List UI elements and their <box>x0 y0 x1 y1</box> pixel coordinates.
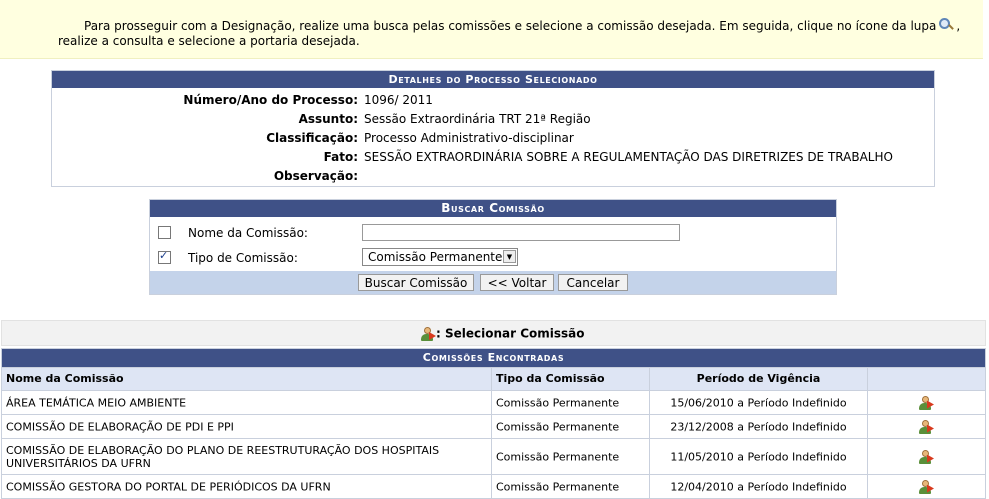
select-commission-icon[interactable] <box>918 449 934 465</box>
row-periodo: 11/05/2010 a Período Indefinido <box>670 450 847 463</box>
table-header-row: Nome da Comissão Tipo da Comissão Períod… <box>2 367 985 390</box>
row-nome: COMISSÃO DE ELABORAÇÃO DE PDI E PPI <box>6 420 234 433</box>
detail-value: 1096/ 2011 <box>364 93 433 107</box>
detail-label: Classificação: <box>266 131 358 145</box>
row-periodo: 15/06/2010 a Período Indefinido <box>670 396 847 409</box>
tipo-select[interactable]: Comissão Permanente ▼ <box>362 248 518 266</box>
select-commission-icon[interactable] <box>918 395 934 411</box>
table-row: ÁREA TEMÁTICA MEIO AMBIENTE Comissão Per… <box>2 390 985 414</box>
header-nome: Nome da Comissão <box>2 368 492 390</box>
instruction-text-tail: , <box>956 19 961 33</box>
row-nome: ÁREA TEMÁTICA MEIO AMBIENTE <box>6 396 187 409</box>
buscar-button[interactable]: Buscar Comissão <box>358 274 474 291</box>
select-commission-icon[interactable] <box>918 419 934 435</box>
header-acao <box>868 368 985 390</box>
results-table: Comissões Encontradas Nome da Comissão T… <box>1 348 986 499</box>
instruction-line-1: Para prosseguir com a Designação, realiz… <box>84 18 960 34</box>
search-panel-title: Buscar Comissão <box>150 200 836 217</box>
table-row: COMISSÃO GESTORA DO PORTAL DE PERIÓDICOS… <box>2 474 985 498</box>
detail-label: Número/Ano do Processo: <box>183 93 358 107</box>
header-periodo: Período de Vigência <box>650 368 868 390</box>
detail-label: Observação: <box>273 169 358 183</box>
detail-value: Sessão Extraordinária TRT 21ª Região <box>364 112 591 126</box>
nome-checkbox[interactable] <box>158 226 171 239</box>
legend-text: : Selecionar Comissão <box>436 326 585 341</box>
row-tipo: Comissão Permanente <box>496 420 620 433</box>
row-tipo: Comissão Permanente <box>496 396 620 409</box>
magnifier-icon <box>939 18 955 31</box>
select-commission-icon <box>420 326 436 342</box>
instruction-box: Para prosseguir com a Designação, realiz… <box>0 0 983 59</box>
detail-value: SESSÃO EXTRAORDINÁRIA SOBRE A REGULAMENT… <box>364 150 893 164</box>
table-row: COMISSÃO DE ELABORAÇÃO DO PLANO DE REEST… <box>2 438 985 474</box>
instruction-text-1: Para prosseguir com a Designação, realiz… <box>84 19 937 33</box>
tipo-select-value: Comissão Permanente <box>368 250 503 264</box>
table-row: COMISSÃO DE ELABORAÇÃO DE PDI E PPI Comi… <box>2 414 985 438</box>
search-row-tipo: Tipo de Comissão: Comissão Permanente ▼ <box>150 246 836 270</box>
row-tipo: Comissão Permanente <box>496 480 620 493</box>
tipo-checkbox[interactable] <box>158 249 171 264</box>
row-tipo: Comissão Permanente <box>496 450 620 463</box>
cancelar-button[interactable]: Cancelar <box>558 274 628 291</box>
detail-row-fato: Fato: SESSÃO EXTRAORDINÁRIA SOBRE A REGU… <box>52 148 934 167</box>
instruction-line-2: realize a consulta e selecione a portari… <box>58 34 360 48</box>
voltar-button[interactable]: << Voltar <box>480 274 554 291</box>
search-panel: Buscar Comissão Nome da Comissão: Tipo d… <box>149 199 837 295</box>
detail-row-assunto: Assunto: Sessão Extraordinária TRT 21ª R… <box>52 110 934 129</box>
row-nome: COMISSÃO GESTORA DO PORTAL DE PERIÓDICOS… <box>6 480 331 493</box>
header-tipo: Tipo da Comissão <box>492 368 650 390</box>
legend-bar: : Selecionar Comissão <box>1 320 986 346</box>
detail-row-observacao: Observação: <box>52 167 934 186</box>
row-nome: COMISSÃO DE ELABORAÇÃO DO PLANO DE REEST… <box>6 443 440 470</box>
row-periodo: 23/12/2008 a Período Indefinido <box>670 420 847 433</box>
detail-label: Assunto: <box>298 112 358 126</box>
search-buttons-bar: Buscar Comissão << Voltar Cancelar <box>150 271 836 294</box>
tipo-label: Tipo de Comissão: <box>188 251 298 265</box>
detail-row-numero: Número/Ano do Processo: 1096/ 2011 <box>52 91 934 110</box>
process-details-panel: Detalhes do Processo Selecionado Número/… <box>51 70 935 187</box>
process-details-title: Detalhes do Processo Selecionado <box>52 71 934 88</box>
detail-value: Processo Administrativo-disciplinar <box>364 131 574 145</box>
results-title: Comissões Encontradas <box>2 349 985 367</box>
nome-label: Nome da Comissão: <box>188 226 308 240</box>
row-periodo: 12/04/2010 a Período Indefinido <box>670 480 847 493</box>
select-commission-icon[interactable] <box>918 479 934 495</box>
search-row-nome: Nome da Comissão: <box>150 221 836 245</box>
nome-input[interactable] <box>362 224 680 241</box>
chevron-down-icon: ▼ <box>503 250 516 263</box>
detail-label: Fato: <box>323 150 358 164</box>
detail-row-classificacao: Classificação: Processo Administrativo-d… <box>52 129 934 148</box>
